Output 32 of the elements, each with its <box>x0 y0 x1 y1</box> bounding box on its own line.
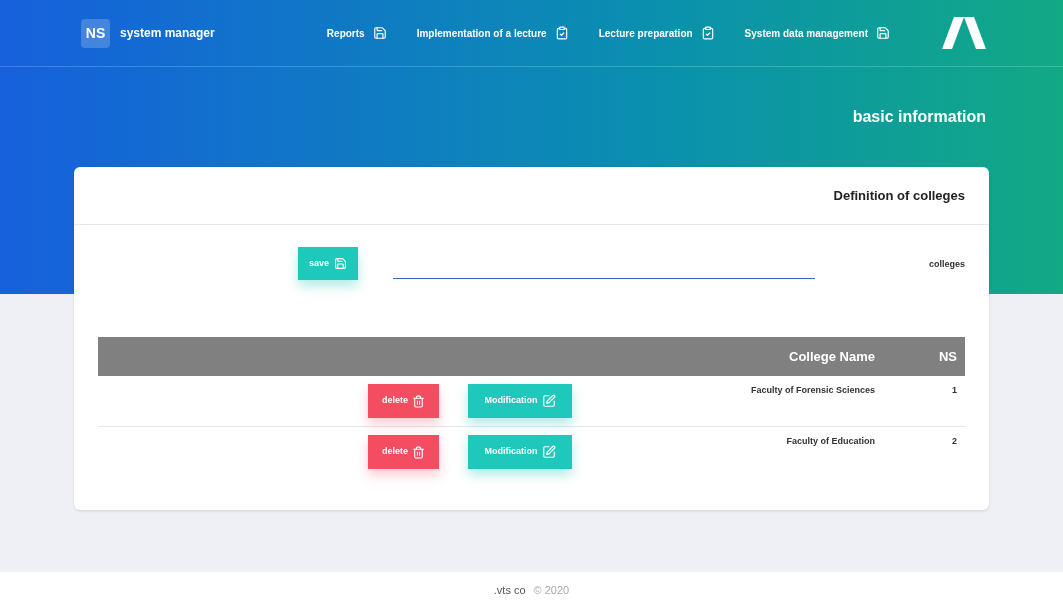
save-button[interactable]: save <box>298 247 358 280</box>
modification-button[interactable]: Modification <box>468 435 572 469</box>
edit-icon <box>541 394 556 408</box>
column-header: College Name <box>789 347 875 366</box>
clipboard-check-icon <box>554 26 569 40</box>
field-label: colleges <box>928 258 965 271</box>
clipboard-check-icon <box>700 26 715 40</box>
brand-badge: NS <box>81 18 110 48</box>
trash-icon <box>412 445 425 459</box>
column-header: NS <box>937 347 957 366</box>
table-cell-text: 2 <box>951 435 957 448</box>
save-icon <box>334 257 347 270</box>
nav-link[interactable]: Reports <box>326 25 387 41</box>
brand-name: system manager <box>120 25 215 42</box>
nav-link[interactable]: Implementation of a lecture <box>416 25 569 41</box>
page-title: basic information <box>852 107 986 127</box>
table-cell-text: 1 <box>951 384 957 397</box>
table-cell-text: Faculty of Education <box>786 435 875 448</box>
save-icon <box>876 26 890 40</box>
edit-icon <box>541 445 556 459</box>
delete-button[interactable]: delete <box>368 384 439 418</box>
trash-icon <box>412 394 425 408</box>
delete-button[interactable]: delete <box>368 435 439 469</box>
save-icon <box>372 26 387 40</box>
nav-link[interactable]: Lecture preparation <box>598 25 715 41</box>
table-cell-text: Faculty of Forensic Sciences <box>750 384 875 397</box>
footer-copyright: © 2020 <box>533 583 570 599</box>
logo-icon <box>940 17 988 49</box>
modification-button[interactable]: Modification <box>468 384 572 418</box>
footer-company: .vts co <box>493 583 526 599</box>
nav-link[interactable]: System data management <box>744 25 890 41</box>
card-title: Definition of colleges <box>833 186 965 205</box>
